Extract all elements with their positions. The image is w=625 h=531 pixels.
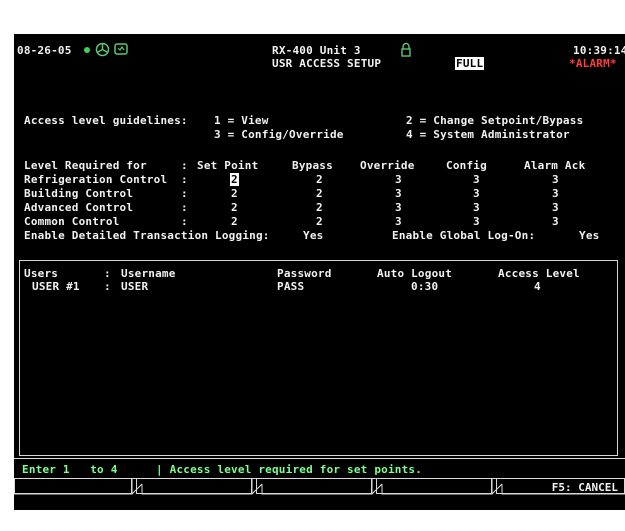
row-label-refrigeration: Refrigeration Control [24, 173, 168, 186]
row-colon: : [181, 187, 188, 200]
alarm-badge[interactable]: *ALARM* [569, 57, 617, 70]
users-col-users: Users [24, 267, 59, 280]
refrigeration-alarm-ack-field[interactable]: 3 [552, 173, 559, 186]
advanced-bypass-field[interactable]: 2 [316, 201, 323, 214]
common-override-field[interactable]: 3 [395, 215, 402, 228]
user-access-level[interactable]: 4 [534, 280, 541, 293]
building-bypass-field[interactable]: 2 [316, 187, 323, 200]
header-date: 08-26-05 [17, 44, 72, 57]
advanced-alarm-ack-field[interactable]: 3 [552, 201, 559, 214]
detailed-logging-value[interactable]: Yes [303, 229, 323, 242]
unit-name: RX-400 Unit 3 [272, 44, 361, 57]
fan-icon [95, 42, 110, 57]
refrigeration-override-field[interactable]: 3 [395, 173, 402, 186]
guidelines-label: Access level guidelines: [24, 114, 188, 127]
terminal-screen: 08-26-05 RX-400 Unit 3 10:39:14 USR ACCE… [14, 34, 625, 510]
col-override: Override [360, 159, 415, 172]
row-label-advanced: Advanced Control [24, 201, 134, 214]
page-margin [14, 510, 625, 531]
common-set-point-field[interactable]: 2 [231, 215, 238, 228]
refrigeration-config-field[interactable]: 3 [473, 173, 480, 186]
screen-title: USR ACCESS SETUP [272, 57, 382, 70]
building-alarm-ack-field[interactable]: 3 [552, 187, 559, 200]
levels-header-colon: : [181, 159, 188, 172]
lock-icon [401, 42, 411, 57]
guideline-level-3: 3 = Config/Override [214, 128, 344, 141]
levels-header-label: Level Required for [24, 159, 147, 172]
f3-key[interactable] [256, 478, 372, 494]
guideline-level-1: 1 = View [214, 114, 269, 127]
global-logon-label: Enable Global Log-On: [392, 229, 536, 242]
refrigeration-set-point-field[interactable]: 2 [230, 173, 239, 186]
f2-key[interactable] [136, 478, 252, 494]
building-set-point-field[interactable]: 2 [231, 187, 238, 200]
detailed-logging-label: Enable Detailed Transaction Logging: [24, 229, 270, 242]
advanced-override-field[interactable]: 3 [395, 201, 402, 214]
user-colon: : [104, 280, 111, 293]
status-message: | Access level required for set points. [156, 463, 423, 476]
network-icon [114, 43, 128, 55]
col-bypass: Bypass [292, 159, 333, 172]
refrigeration-bypass-field[interactable]: 2 [316, 173, 323, 186]
users-col-username: Username [121, 267, 176, 280]
status-range: Enter 1 to 4 [22, 463, 118, 476]
common-config-field[interactable]: 3 [473, 215, 480, 228]
users-col-password: Password [277, 267, 332, 280]
user-id: USER #1 [32, 280, 80, 293]
f5-cancel-key[interactable]: F5: CANCEL [496, 478, 625, 494]
building-override-field[interactable]: 3 [395, 187, 402, 200]
users-col-colon: : [104, 267, 111, 280]
row-label-building: Building Control [24, 187, 134, 200]
building-config-field[interactable]: 3 [473, 187, 480, 200]
global-logon-value[interactable]: Yes [579, 229, 599, 242]
col-set-point: Set Point [197, 159, 259, 172]
status-dot-icon [84, 47, 90, 53]
user-auto-logout[interactable]: 0:30 [411, 280, 438, 293]
users-col-access-level: Access Level [498, 267, 580, 280]
col-alarm-ack: Alarm Ack [524, 159, 586, 172]
user-username[interactable]: USER [121, 280, 148, 293]
header-time: 10:39:14 [573, 44, 625, 57]
row-colon: : [181, 201, 188, 214]
guideline-level-4: 4 = System Administrator [406, 128, 570, 141]
advanced-set-point-field[interactable]: 2 [231, 201, 238, 214]
guideline-level-2: 2 = Change Setpoint/Bypass [406, 114, 584, 127]
advanced-config-field[interactable]: 3 [473, 201, 480, 214]
users-table: Users : Username Password Auto Logout Ac… [19, 260, 618, 456]
row-colon: : [181, 173, 188, 186]
users-col-auto-logout: Auto Logout [377, 267, 453, 280]
row-colon: : [181, 215, 188, 228]
common-alarm-ack-field[interactable]: 3 [552, 215, 559, 228]
col-config: Config [446, 159, 487, 172]
f5-cancel-label: F5: CANCEL [551, 481, 618, 494]
common-bypass-field[interactable]: 2 [316, 215, 323, 228]
user-password[interactable]: PASS [277, 280, 304, 293]
function-key-bar: F5: CANCEL [14, 478, 625, 510]
row-label-common: Common Control [24, 215, 120, 228]
f4-key[interactable] [376, 478, 492, 494]
status-separator [14, 458, 625, 459]
f1-key[interactable] [14, 478, 132, 494]
mode-badge: FULL [455, 57, 485, 70]
